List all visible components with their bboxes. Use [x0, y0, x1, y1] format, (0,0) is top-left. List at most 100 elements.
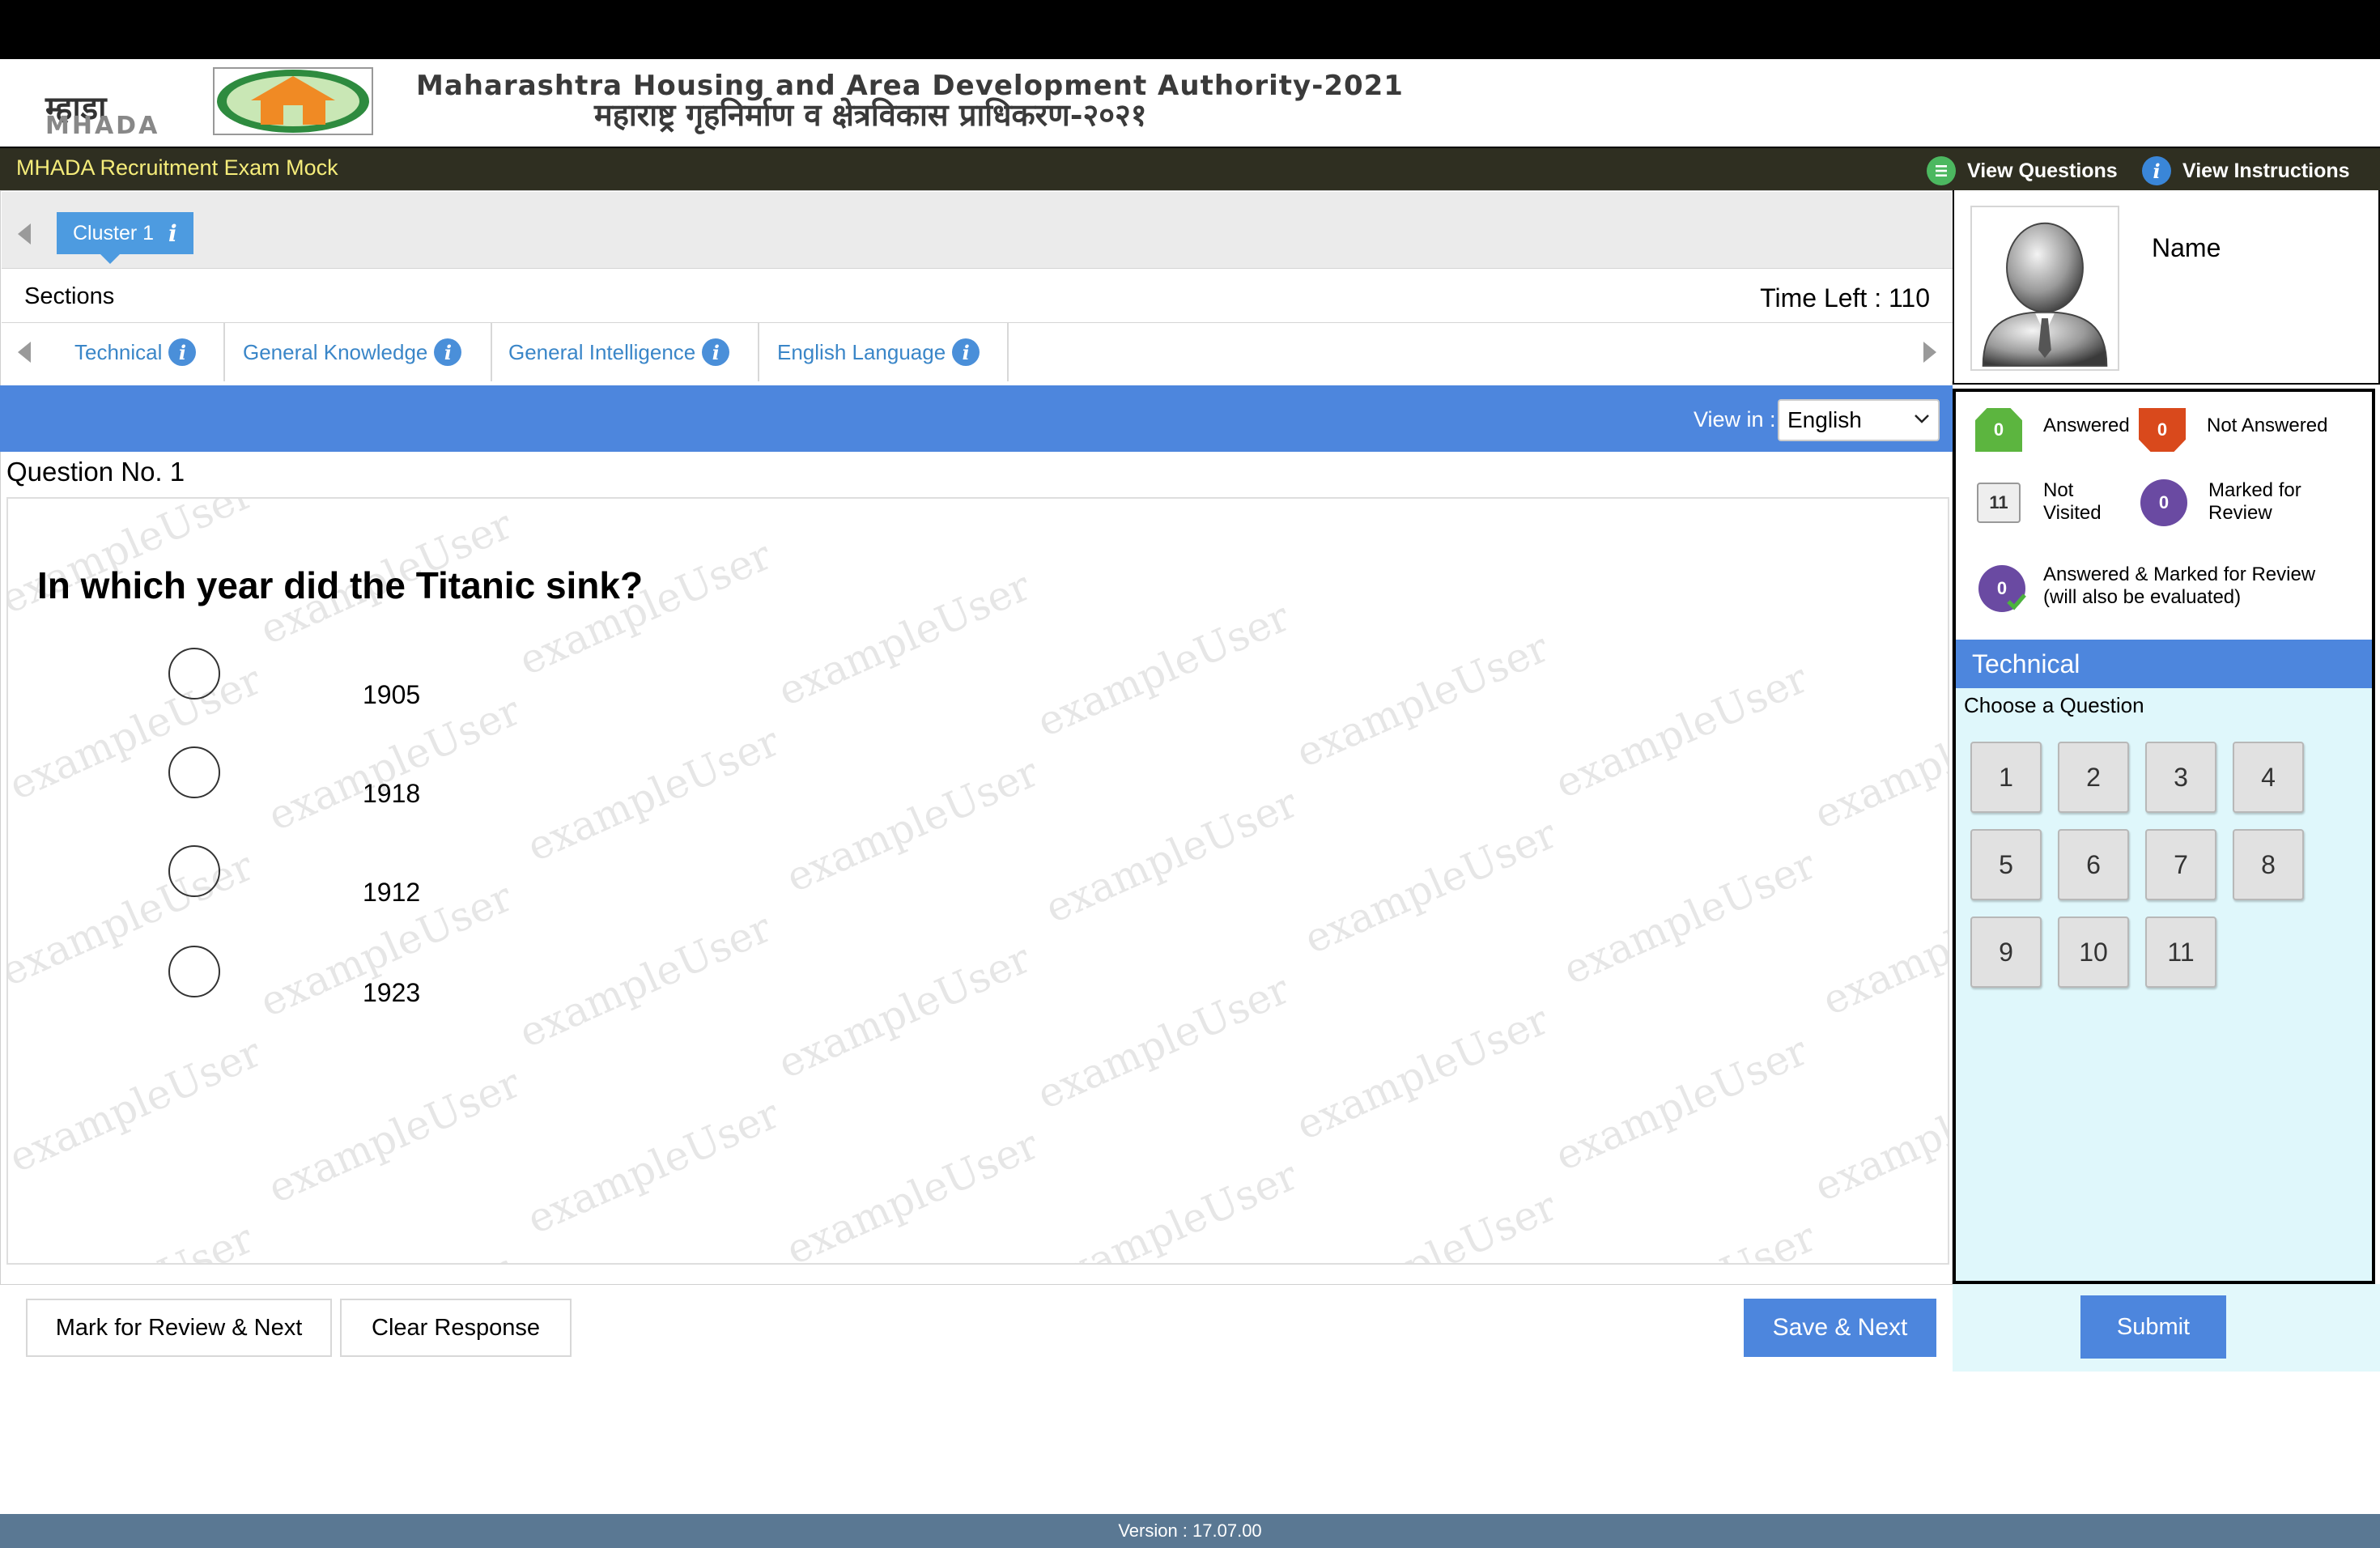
marked-review-label-line1: Marked for: [2208, 479, 2301, 501]
info-icon[interactable]: i: [952, 338, 980, 366]
time-left: Time Left : 110: [1760, 283, 1930, 313]
option-radio-3[interactable]: [168, 845, 220, 897]
question-button-8[interactable]: 8: [2233, 829, 2304, 900]
version-text: Version : 17.07.00: [1118, 1520, 1262, 1541]
not-visited-label: Not Visited: [2043, 479, 2102, 525]
option-radio-1[interactable]: [168, 648, 220, 700]
question-area: exampleUser exampleUser exampleUser example…: [6, 497, 1949, 1265]
watermark-text: exampleUser: [1030, 593, 1297, 746]
cluster-tab[interactable]: Cluster 1 i: [57, 212, 193, 264]
marked-review-label-line2: Review: [2208, 502, 2272, 524]
tab-english-language-label: English Language: [777, 339, 946, 364]
tab-technical[interactable]: Technical i: [55, 323, 225, 381]
view-in-label: View in :: [1694, 407, 1776, 432]
tab-general-intelligence[interactable]: General Intelligence i: [492, 323, 759, 381]
watermark-text: exampleUser: [1548, 1027, 1815, 1180]
org-name-hindi: महाराष्ट्र गृहनिर्माण व क्षेत्रविकास प्र…: [594, 96, 1147, 133]
not-visited-label-line2: Visited: [2043, 502, 2102, 524]
question-text: In which year did the Titanic sink?: [37, 564, 644, 606]
watermark-text: exampleUser: [1038, 779, 1305, 933]
watermark-text: exampleUser: [512, 531, 779, 685]
question-number: Question No. 1: [6, 457, 185, 487]
question-button-10[interactable]: 10: [2058, 916, 2129, 988]
info-icon: i: [2142, 156, 2171, 185]
watermark-text: exampleUser: [1289, 996, 1556, 1150]
option-radio-4[interactable]: [168, 946, 220, 997]
watermark-text: exampleUser: [512, 904, 779, 1057]
info-icon[interactable]: i: [434, 338, 462, 366]
tab-general-intelligence-label: General Intelligence: [508, 339, 696, 364]
exam-title: MHADA Recruitment Exam Mock: [16, 155, 338, 180]
watermark-text: exampleUser: [8, 1215, 260, 1263]
option-text-1: 1905: [363, 680, 421, 709]
watermark-text: exampleUser: [253, 1246, 520, 1263]
question-button-5[interactable]: 5: [1970, 829, 2042, 900]
cluster-row: [2, 192, 1953, 269]
watermark-text: exampleUser: [1556, 840, 1823, 994]
answered-marked-label: Answered & Marked for Review (will also …: [2043, 563, 2315, 609]
view-instructions-label: View Instructions: [2182, 159, 2350, 182]
sections-scroll-right-icon[interactable]: [1923, 342, 1936, 363]
view-questions-link[interactable]: View Questions: [1927, 156, 2118, 185]
mark-review-next-button[interactable]: Mark for Review & Next: [26, 1299, 332, 1357]
watermark-text: exampleUser: [771, 562, 1038, 716]
tab-english-language[interactable]: English Language i: [759, 323, 1009, 381]
watermark-text: exampleUser: [6, 842, 261, 996]
mhada-logo-icon: [213, 67, 373, 135]
question-button-4[interactable]: 4: [2233, 742, 2304, 813]
watermark-text: exampleUser: [1038, 1151, 1305, 1265]
option-text-4: 1923: [363, 978, 421, 1007]
sections-scroll-left-icon[interactable]: [18, 342, 31, 363]
not-answered-label: Not Answered: [2207, 415, 2328, 436]
tab-technical-label: Technical: [74, 339, 163, 364]
watermark-text: exampleUser: [520, 1090, 787, 1244]
save-next-button[interactable]: Save & Next: [1744, 1299, 1936, 1357]
question-button-7[interactable]: 7: [2145, 829, 2216, 900]
watermark-text: exampleUser: [520, 717, 787, 871]
watermark-text: exampleUser: [1807, 685, 1949, 839]
watermark-text: exampleUser: [1289, 623, 1556, 777]
watermark-text: exampleUser: [1030, 965, 1297, 1119]
checkmark-icon: [2007, 593, 2026, 610]
watermark-text: exampleUser: [1557, 1214, 1823, 1263]
sections-header-row: [2, 269, 1953, 323]
list-icon: [1927, 156, 1956, 185]
question-button-6[interactable]: 6: [2058, 829, 2129, 900]
question-button-3[interactable]: 3: [2145, 742, 2216, 813]
user-name: Name: [2152, 233, 2221, 262]
logo-latin-text: MHADA: [45, 112, 160, 140]
cluster-tab-label: Cluster 1: [73, 221, 155, 245]
option-text-3: 1912: [363, 878, 421, 907]
watermark-text: exampleUser: [1815, 871, 1949, 1025]
palette-section-title: Technical: [1956, 640, 2372, 688]
watermark-text: exampleUser: [771, 934, 1038, 1088]
view-language-bar: [0, 385, 1953, 452]
watermark-text: exampleUser: [1297, 810, 1564, 963]
tab-general-knowledge-label: General Knowledge: [243, 339, 428, 364]
view-instructions-link[interactable]: i View Instructions: [2142, 156, 2350, 185]
marked-review-badge-icon: 0: [2140, 479, 2187, 526]
option-radio-2[interactable]: [168, 746, 220, 798]
tab-general-knowledge[interactable]: General Knowledge i: [225, 323, 492, 381]
question-button-2[interactable]: 2: [2058, 742, 2129, 813]
watermark-text: exampleUser: [779, 1121, 1046, 1265]
question-button-11[interactable]: 11: [2145, 916, 2216, 988]
view-questions-label: View Questions: [1967, 159, 2118, 182]
clear-response-button[interactable]: Clear Response: [340, 1299, 572, 1357]
cluster-scroll-left-icon[interactable]: [18, 223, 31, 245]
cluster-info-icon[interactable]: i: [168, 220, 177, 247]
not-visited-badge-icon: 11: [1977, 483, 2021, 523]
watermark-text: exampleUser: [261, 1059, 528, 1213]
question-button-9[interactable]: 9: [1970, 916, 2042, 988]
watermark-text: exampleUser: [1807, 1057, 1949, 1211]
option-text-2: 1918: [363, 779, 421, 808]
question-button-1[interactable]: 1: [1970, 742, 2042, 813]
not-visited-label-line1: Not: [2043, 479, 2074, 501]
info-icon[interactable]: i: [702, 338, 730, 366]
info-icon[interactable]: i: [168, 338, 197, 366]
watermark-text: exampleUser: [1816, 1244, 1948, 1263]
marked-review-label: Marked for Review: [2208, 479, 2301, 525]
watermark-text: exampleUser: [6, 656, 269, 810]
choose-question-label: Choose a Question: [1964, 693, 2144, 717]
submit-button[interactable]: Submit: [2080, 1295, 2226, 1359]
